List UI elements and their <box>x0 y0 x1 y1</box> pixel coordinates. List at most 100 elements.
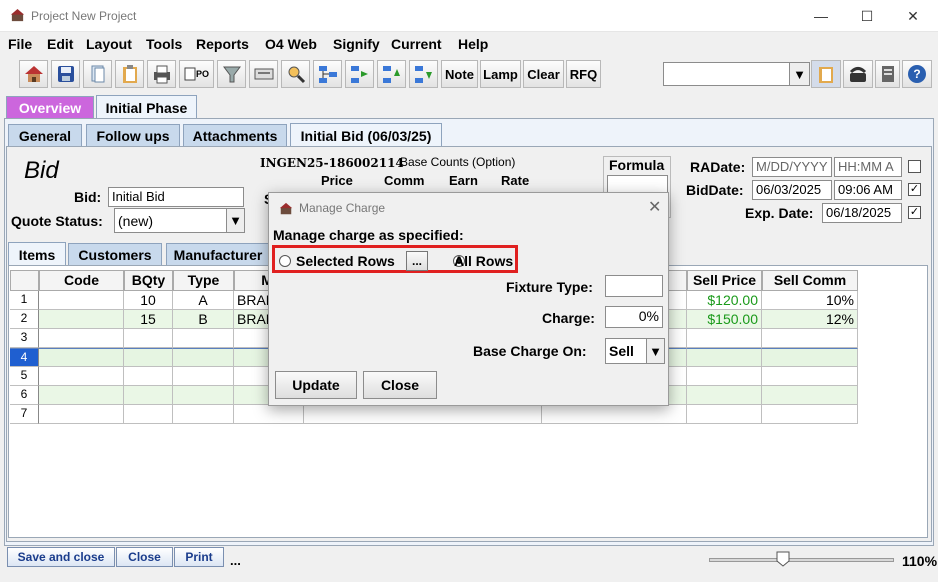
row-number[interactable]: 1 <box>10 291 39 310</box>
table-cell[interactable]: 10% <box>762 291 858 310</box>
table-cell[interactable] <box>687 386 762 405</box>
column-header-1[interactable]: Code <box>39 270 124 291</box>
dialog-close-icon[interactable]: ✕ <box>648 197 661 217</box>
minimize-button[interactable]: — <box>798 0 844 32</box>
table-cell[interactable]: $150.00 <box>687 310 762 329</box>
help-button[interactable]: ? <box>902 60 932 88</box>
table-cell[interactable] <box>762 329 858 348</box>
table-cell[interactable] <box>762 367 858 386</box>
column-header-2[interactable]: BQty <box>124 270 173 291</box>
rfq-button[interactable]: RFQ <box>566 60 601 88</box>
tab-follow-ups[interactable]: Follow ups <box>86 124 180 146</box>
row-number[interactable]: 2 <box>10 310 39 329</box>
keyboard-button[interactable] <box>249 60 278 88</box>
database-button[interactable] <box>875 60 900 88</box>
tab-initial-phase[interactable]: Initial Phase <box>96 95 197 119</box>
radate-checkbox[interactable] <box>908 160 921 173</box>
zoom-slider-track[interactable] <box>709 558 894 562</box>
row-number[interactable]: 4 <box>10 348 39 367</box>
table-cell[interactable]: A <box>173 291 234 310</box>
selected-rows-radio[interactable] <box>279 255 291 267</box>
clipboard-button[interactable] <box>115 60 144 88</box>
filter-button[interactable] <box>217 60 246 88</box>
tab-customers[interactable]: Customers <box>68 243 162 265</box>
selected-rows-label[interactable]: Selected Rows <box>296 253 395 269</box>
table-cell[interactable]: $120.00 <box>687 291 762 310</box>
column-header-8[interactable]: Sell Comm <box>762 270 858 291</box>
biddate-time-field[interactable]: 09:06 AM <box>834 180 902 200</box>
search-user-button[interactable] <box>281 60 310 88</box>
table-cell[interactable] <box>173 348 234 367</box>
table-cell[interactable] <box>173 405 234 424</box>
menu-file[interactable]: File <box>8 36 32 52</box>
tree-up-button[interactable] <box>377 60 406 88</box>
table-cell[interactable] <box>687 348 762 367</box>
expdate-field[interactable]: 06/18/2025 <box>822 203 902 223</box>
select-rows-button[interactable]: ... <box>406 251 428 271</box>
tree-right-button[interactable] <box>345 60 374 88</box>
clipboard-right-button[interactable] <box>811 60 841 88</box>
charge-field[interactable]: 0% <box>605 306 663 328</box>
menu-edit[interactable]: Edit <box>47 36 73 52</box>
table-cell[interactable] <box>39 310 124 329</box>
save-and-close-button[interactable]: Save and close <box>7 547 115 567</box>
menu-o4web[interactable]: O4 Web <box>265 36 317 52</box>
table-cell[interactable] <box>687 367 762 386</box>
column-header-0[interactable] <box>10 270 39 291</box>
tree-down-button[interactable] <box>409 60 438 88</box>
menu-layout[interactable]: Layout <box>86 36 132 52</box>
base-charge-select[interactable]: Sell ▼ <box>605 338 665 364</box>
update-button[interactable]: Update <box>275 371 357 399</box>
phone-button[interactable] <box>843 60 873 88</box>
quote-status-select[interactable]: (new) ▼ <box>114 208 245 233</box>
table-cell[interactable] <box>687 405 762 424</box>
tab-initial-bid[interactable]: Initial Bid (06/03/25) <box>290 123 442 147</box>
radate-time-field[interactable]: HH:MM A <box>834 157 902 177</box>
note-button[interactable]: Note <box>441 60 478 88</box>
print-footer-button[interactable]: Print <box>174 547 224 567</box>
tab-manufacturer[interactable]: Manufacturer <box>166 243 270 265</box>
row-number[interactable]: 6 <box>10 386 39 405</box>
table-cell[interactable] <box>39 367 124 386</box>
dialog-close-button[interactable]: Close <box>363 371 437 399</box>
menu-tools[interactable]: Tools <box>146 36 182 52</box>
table-cell[interactable] <box>762 386 858 405</box>
table-cell[interactable] <box>39 405 124 424</box>
zoom-slider-thumb[interactable] <box>776 551 790 567</box>
clear-button[interactable]: Clear <box>523 60 564 88</box>
lamp-button[interactable]: Lamp <box>480 60 521 88</box>
all-rows-label[interactable]: All Rows <box>454 253 513 269</box>
close-window-button[interactable]: ✕ <box>890 0 936 32</box>
table-cell[interactable] <box>173 329 234 348</box>
tab-items[interactable]: Items <box>8 242 66 266</box>
print-button[interactable] <box>147 60 176 88</box>
menu-help[interactable]: Help <box>458 36 488 52</box>
biddate-checkbox[interactable]: ✓ <box>908 183 921 196</box>
home-button[interactable] <box>19 60 48 88</box>
table-cell[interactable] <box>124 329 173 348</box>
po-button[interactable]: PO <box>179 60 214 88</box>
tree-button[interactable] <box>313 60 342 88</box>
table-cell[interactable] <box>39 329 124 348</box>
tab-general[interactable]: General <box>8 124 82 146</box>
tab-attachments[interactable]: Attachments <box>183 124 287 146</box>
table-cell[interactable] <box>39 348 124 367</box>
table-cell[interactable] <box>124 348 173 367</box>
table-cell[interactable] <box>304 405 542 424</box>
biddate-date-field[interactable]: 06/03/2025 <box>752 180 832 200</box>
tab-overview[interactable]: Overview <box>6 96 94 118</box>
table-cell[interactable] <box>124 386 173 405</box>
row-number[interactable]: 7 <box>10 405 39 424</box>
row-number[interactable]: 3 <box>10 329 39 348</box>
menu-signify[interactable]: Signify <box>333 36 380 52</box>
bid-name-field[interactable]: Initial Bid <box>108 187 244 207</box>
table-cell[interactable] <box>173 386 234 405</box>
table-cell[interactable]: 15 <box>124 310 173 329</box>
maximize-button[interactable]: ☐ <box>844 0 890 32</box>
toolbar-combo[interactable]: ▼ <box>663 62 810 86</box>
column-header-7[interactable]: Sell Price <box>687 270 762 291</box>
table-cell[interactable] <box>173 367 234 386</box>
menu-reports[interactable]: Reports <box>196 36 249 52</box>
menu-current[interactable]: Current <box>391 36 442 52</box>
table-cell[interactable] <box>762 348 858 367</box>
